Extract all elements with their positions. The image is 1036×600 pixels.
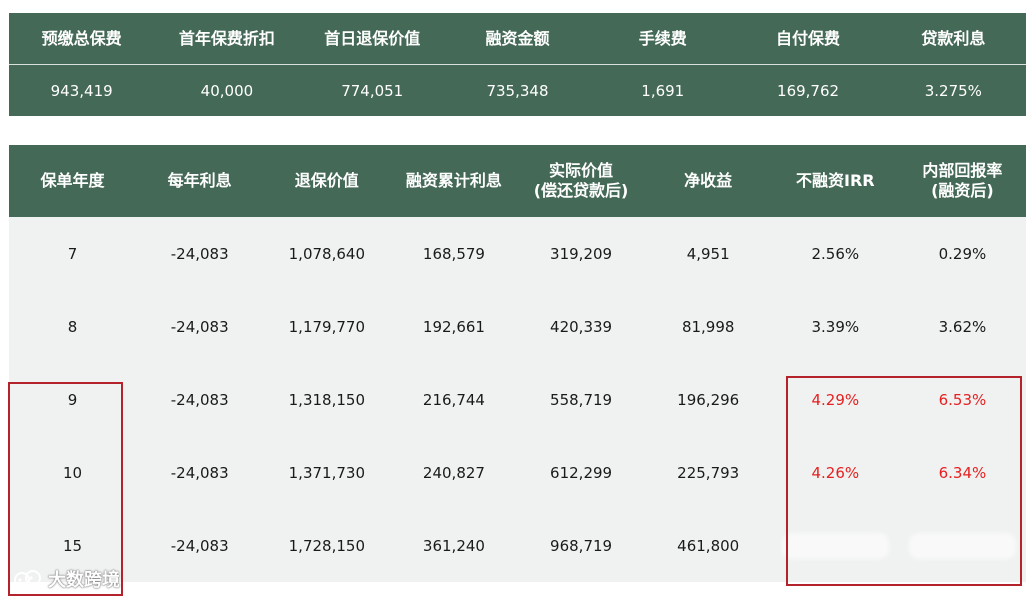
table-cell: 4,951 (644, 217, 772, 290)
table-cell: 558,719 (517, 363, 645, 436)
summary-header-cell: 贷款利息 (880, 13, 1026, 65)
column-header: 净收益 (644, 145, 772, 217)
highlight-box-irr (786, 376, 1022, 586)
table-cell: 0.29% (898, 217, 1026, 290)
table-header-row: 保单年度 每年利息 退保价值 融资累计利息 实际价值 (偿还贷款后) 净收益 不融… (9, 145, 1026, 217)
table-cell: 1,078,640 (263, 217, 391, 290)
summary-value-cell: 1,691 (590, 64, 736, 116)
table-cell: 1,179,770 (263, 290, 391, 363)
table-cell: 216,744 (390, 363, 518, 436)
header-line: 内部回报率 (922, 161, 1003, 180)
table-cell: 612,299 (517, 436, 645, 509)
table-cell: 8 (9, 290, 137, 363)
table-cell: 1,371,730 (263, 436, 391, 509)
table-cell: 461,800 (644, 509, 772, 582)
table-cell: 7 (9, 217, 137, 290)
header-line: 保单年度 (40, 171, 105, 190)
column-header: 融资累计利息 (390, 145, 518, 217)
summary-header-cell: 融资金额 (444, 13, 591, 65)
table-cell: 420,339 (517, 290, 645, 363)
table-cell: 1,318,150 (263, 363, 391, 436)
highlight-box-years (8, 382, 123, 596)
column-header: 内部回报率 (融资后) (898, 145, 1026, 217)
header-line: 不融资IRR (796, 171, 875, 190)
summary-header-cell: 首日退保价值 (299, 13, 445, 65)
watermark-text: 大数跨境 (48, 570, 120, 591)
summary-value-cell: 943,419 (9, 64, 155, 116)
table-cell: -24,083 (136, 436, 264, 509)
column-header: 保单年度 (9, 145, 137, 217)
header-subline: (融资后) (931, 181, 994, 200)
column-header: 每年利息 (136, 145, 264, 217)
table-cell: 1,728,150 (263, 509, 391, 582)
table-cell: 240,827 (390, 436, 518, 509)
header-subline: (偿还贷款后) (533, 181, 629, 200)
table-cell: 361,240 (390, 509, 518, 582)
summary-table: 预缴总保费 首年保费折扣 首日退保价值 融资金额 手续费 自付保费 贷款利息 9… (9, 13, 1026, 116)
header-line: 退保价值 (294, 171, 359, 190)
summary-value-cell: 3.275% (880, 64, 1026, 116)
table-cell: -24,083 (136, 217, 264, 290)
table-cell: -24,083 (136, 363, 264, 436)
table-row: 8 -24,083 1,179,770 192,661 420,339 81,9… (9, 290, 1026, 363)
summary-header-cell: 首年保费折扣 (154, 13, 300, 65)
header-line: 融资累计利息 (405, 171, 502, 190)
summary-value-cell: 40,000 (154, 64, 300, 116)
column-header: 实际价值 (偿还贷款后) (517, 145, 645, 217)
table-cell: -24,083 (136, 509, 264, 582)
table-cell: 3.39% (771, 290, 899, 363)
table-cell: 2.56% (771, 217, 899, 290)
table-cell: -24,083 (136, 290, 264, 363)
header-line: 实际价值 (549, 161, 614, 180)
summary-value-cell: 774,051 (299, 64, 445, 116)
table-cell: 192,661 (390, 290, 518, 363)
watermark: 大数跨境 (12, 566, 120, 592)
summary-header-cell: 预缴总保费 (9, 13, 155, 65)
header-line: 每年利息 (167, 171, 232, 190)
table-row: 7 -24,083 1,078,640 168,579 319,209 4,95… (9, 217, 1026, 290)
summary-header-cell: 手续费 (590, 13, 736, 65)
table-cell: 968,719 (517, 509, 645, 582)
summary-value-row: 943,419 40,000 774,051 735,348 1,691 169… (9, 64, 1026, 116)
table-cell: 225,793 (644, 436, 772, 509)
table-cell: 81,998 (644, 290, 772, 363)
header-line: 净收益 (684, 171, 733, 190)
table-cell: 319,209 (517, 217, 645, 290)
column-header: 不融资IRR (771, 145, 899, 217)
summary-value-cell: 735,348 (444, 64, 591, 116)
panda-logo-icon (14, 570, 41, 588)
summary-header-cell: 自付保费 (735, 13, 881, 65)
column-header: 退保价值 (263, 145, 391, 217)
table-cell: 3.62% (898, 290, 1026, 363)
summary-header-row: 预缴总保费 首年保费折扣 首日退保价值 融资金额 手续费 自付保费 贷款利息 (9, 13, 1026, 65)
table-cell: 168,579 (390, 217, 518, 290)
table-cell: 196,296 (644, 363, 772, 436)
summary-value-cell: 169,762 (735, 64, 881, 116)
